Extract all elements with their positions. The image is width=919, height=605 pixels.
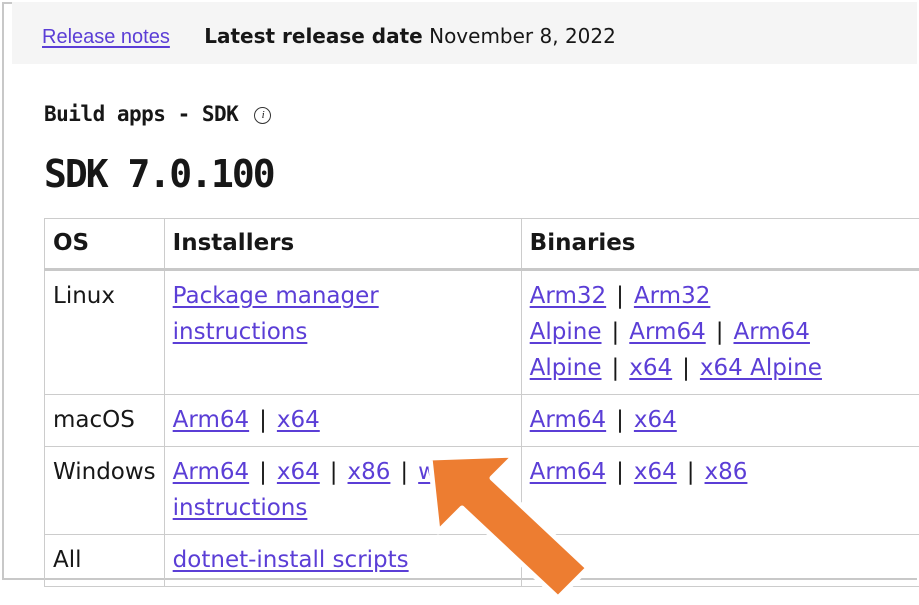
linux-installer-package-manager-instructions-link[interactable]: Package manager instructions xyxy=(173,283,379,345)
windows-installer-x86-link[interactable]: x86 xyxy=(348,459,391,485)
macos-installer-x64-link[interactable]: x64 xyxy=(277,407,320,433)
link-separator: | xyxy=(259,407,267,433)
macos-binary-arm64-link[interactable]: Arm64 xyxy=(530,407,606,433)
installers-cell: Arm64 | x64 xyxy=(164,395,521,447)
os-cell: Windows xyxy=(45,447,165,535)
windows-installer-x64-link[interactable]: x64 xyxy=(277,459,320,485)
binaries-cell: Arm64 | x64 xyxy=(521,395,919,447)
os-cell: macOS xyxy=(45,395,165,447)
os-cell: Linux xyxy=(45,270,165,395)
table-row: macOS Arm64 | x64 Arm64 | x64 xyxy=(45,395,919,447)
arrow-pointer-icon xyxy=(400,440,600,605)
link-separator: | xyxy=(616,407,624,433)
info-icon[interactable]: i xyxy=(254,107,271,124)
link-separator: | xyxy=(259,459,267,485)
linux-binary-arm32-link[interactable]: Arm32 xyxy=(530,283,606,309)
section-heading: Build apps - SDK i xyxy=(44,102,271,126)
link-separator: | xyxy=(330,459,338,485)
link-separator: | xyxy=(682,355,690,381)
column-header-installers: Installers xyxy=(164,219,521,270)
link-separator: | xyxy=(616,283,624,309)
section-title-text: Build apps - SDK xyxy=(44,102,238,126)
windows-binary-x86-link[interactable]: x86 xyxy=(705,459,748,485)
link-separator: | xyxy=(616,459,624,485)
annotation-arrow xyxy=(430,455,588,598)
latest-release-label: Latest release date xyxy=(204,24,423,48)
sdk-version-title: SDK 7.0.100 xyxy=(44,152,274,196)
windows-installer-arm64-link[interactable]: Arm64 xyxy=(173,459,249,485)
installers-cell: Package manager instructions xyxy=(164,270,521,395)
column-header-binaries: Binaries xyxy=(521,219,919,270)
link-separator: | xyxy=(612,355,620,381)
column-header-os: OS xyxy=(45,219,165,270)
link-separator: | xyxy=(716,319,724,345)
macos-installer-arm64-link[interactable]: Arm64 xyxy=(173,407,249,433)
link-separator: | xyxy=(612,319,620,345)
release-info-bar: Release notes Latest release date Novemb… xyxy=(12,2,917,64)
linux-binary-x64-alpine-link[interactable]: x64 Alpine xyxy=(700,355,822,381)
linux-binary-arm64-link[interactable]: Arm64 xyxy=(629,319,705,345)
release-notes-link[interactable]: Release notes xyxy=(42,26,170,48)
table-row: LinuxPackage manager instructionsArm32|A… xyxy=(45,270,919,395)
link-separator: | xyxy=(687,459,695,485)
binaries-cell: Arm32|Arm32 Alpine|Arm64|Arm64 Alpine|x6… xyxy=(521,270,919,395)
release-info-row: Release notes Latest release date Novemb… xyxy=(42,24,616,49)
linux-binary-x64-link[interactable]: x64 xyxy=(629,355,672,381)
all-installer-dotnet-install-scripts-link[interactable]: dotnet-install scripts xyxy=(173,547,409,573)
windows-binary-x64-link[interactable]: x64 xyxy=(634,459,677,485)
table-header-row: OS Installers Binaries xyxy=(45,219,919,270)
os-cell: All xyxy=(45,535,165,587)
macos-binary-x64-link[interactable]: x64 xyxy=(634,407,677,433)
latest-release-date: November 8, 2022 xyxy=(429,24,616,48)
